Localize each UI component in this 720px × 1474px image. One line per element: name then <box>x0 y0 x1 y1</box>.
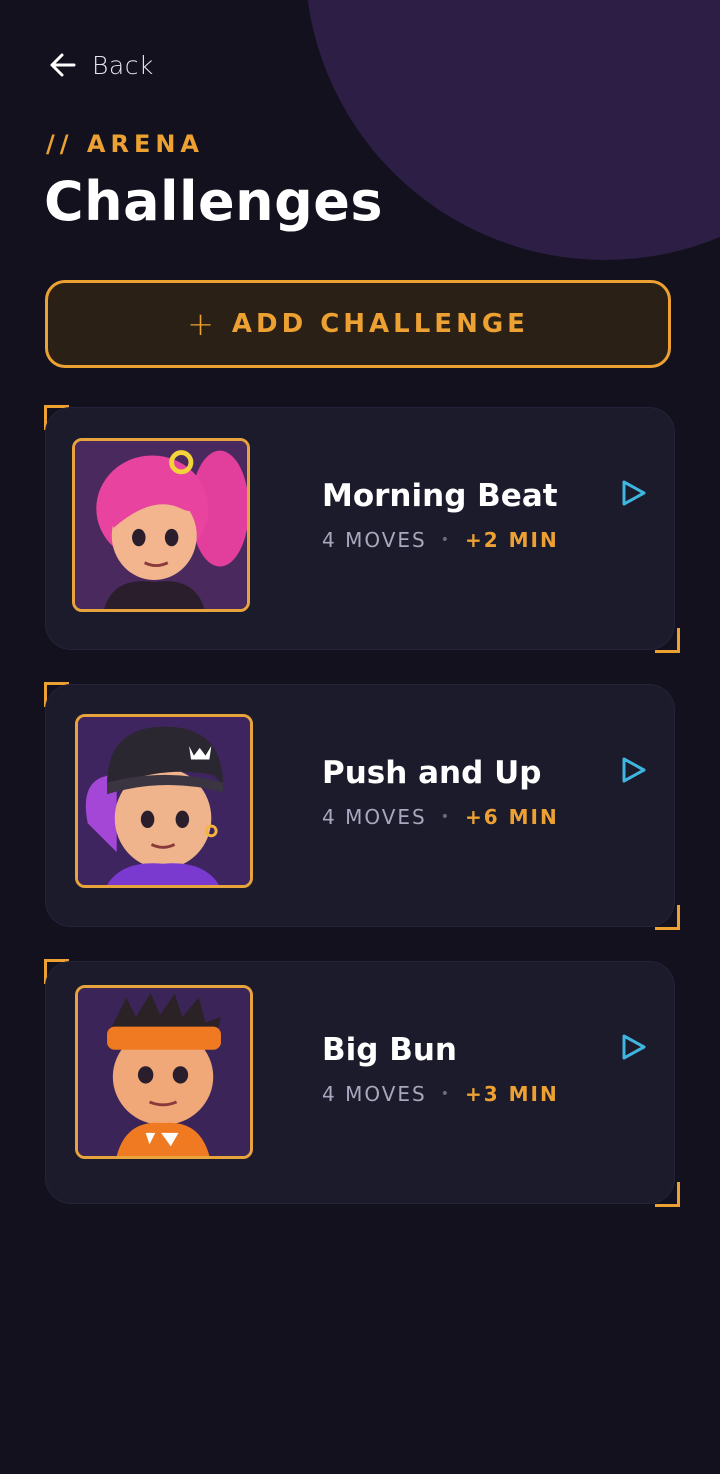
play-icon[interactable] <box>618 755 648 785</box>
separator-dot-icon: • <box>440 809 452 825</box>
challenge-title: Big Bun <box>322 1032 458 1068</box>
plus-icon: + <box>187 305 214 343</box>
orange-headband-boy-avatar <box>75 985 253 1159</box>
play-icon[interactable] <box>618 478 648 508</box>
moves-count: 4 MOVES <box>322 528 427 552</box>
pink-ponytail-girl-avatar <box>72 438 250 612</box>
challenge-meta: 4 MOVES • +3 MIN <box>322 1082 559 1106</box>
section-eyebrow: // ARENA <box>46 130 204 158</box>
moves-count: 4 MOVES <box>322 1082 427 1106</box>
challenge-card[interactable]: Big Bun 4 MOVES • +3 MIN <box>45 961 675 1204</box>
back-button[interactable]: Back <box>48 50 154 80</box>
back-label: Back <box>92 50 154 80</box>
challenge-card[interactable]: Push and Up 4 MOVES • +6 MIN <box>45 684 675 927</box>
add-challenge-label: ADD CHALLENGE <box>231 309 529 339</box>
card-corner-bottom-right <box>655 905 680 930</box>
challenge-meta: 4 MOVES • +2 MIN <box>322 528 559 552</box>
duration: +2 MIN <box>465 528 559 552</box>
card-corner-bottom-right <box>655 628 680 653</box>
play-icon[interactable] <box>618 1032 648 1062</box>
arrow-left-icon <box>48 50 78 80</box>
challenge-title: Push and Up <box>322 755 542 791</box>
challenges-screen: Back // ARENA Challenges + ADD CHALLENGE… <box>0 0 720 1474</box>
card-corner-bottom-right <box>655 1182 680 1207</box>
page-title: Challenges <box>44 170 384 233</box>
separator-dot-icon: • <box>440 532 452 548</box>
duration: +6 MIN <box>465 805 559 829</box>
duration: +3 MIN <box>465 1082 559 1106</box>
add-challenge-button[interactable]: + ADD CHALLENGE <box>45 280 671 368</box>
challenge-meta: 4 MOVES • +6 MIN <box>322 805 559 829</box>
purple-hair-beanie-girl-avatar <box>75 714 253 888</box>
moves-count: 4 MOVES <box>322 805 427 829</box>
separator-dot-icon: • <box>440 1086 452 1102</box>
challenge-title: Morning Beat <box>322 478 558 514</box>
challenge-card[interactable]: Morning Beat 4 MOVES • +2 MIN <box>45 407 675 650</box>
